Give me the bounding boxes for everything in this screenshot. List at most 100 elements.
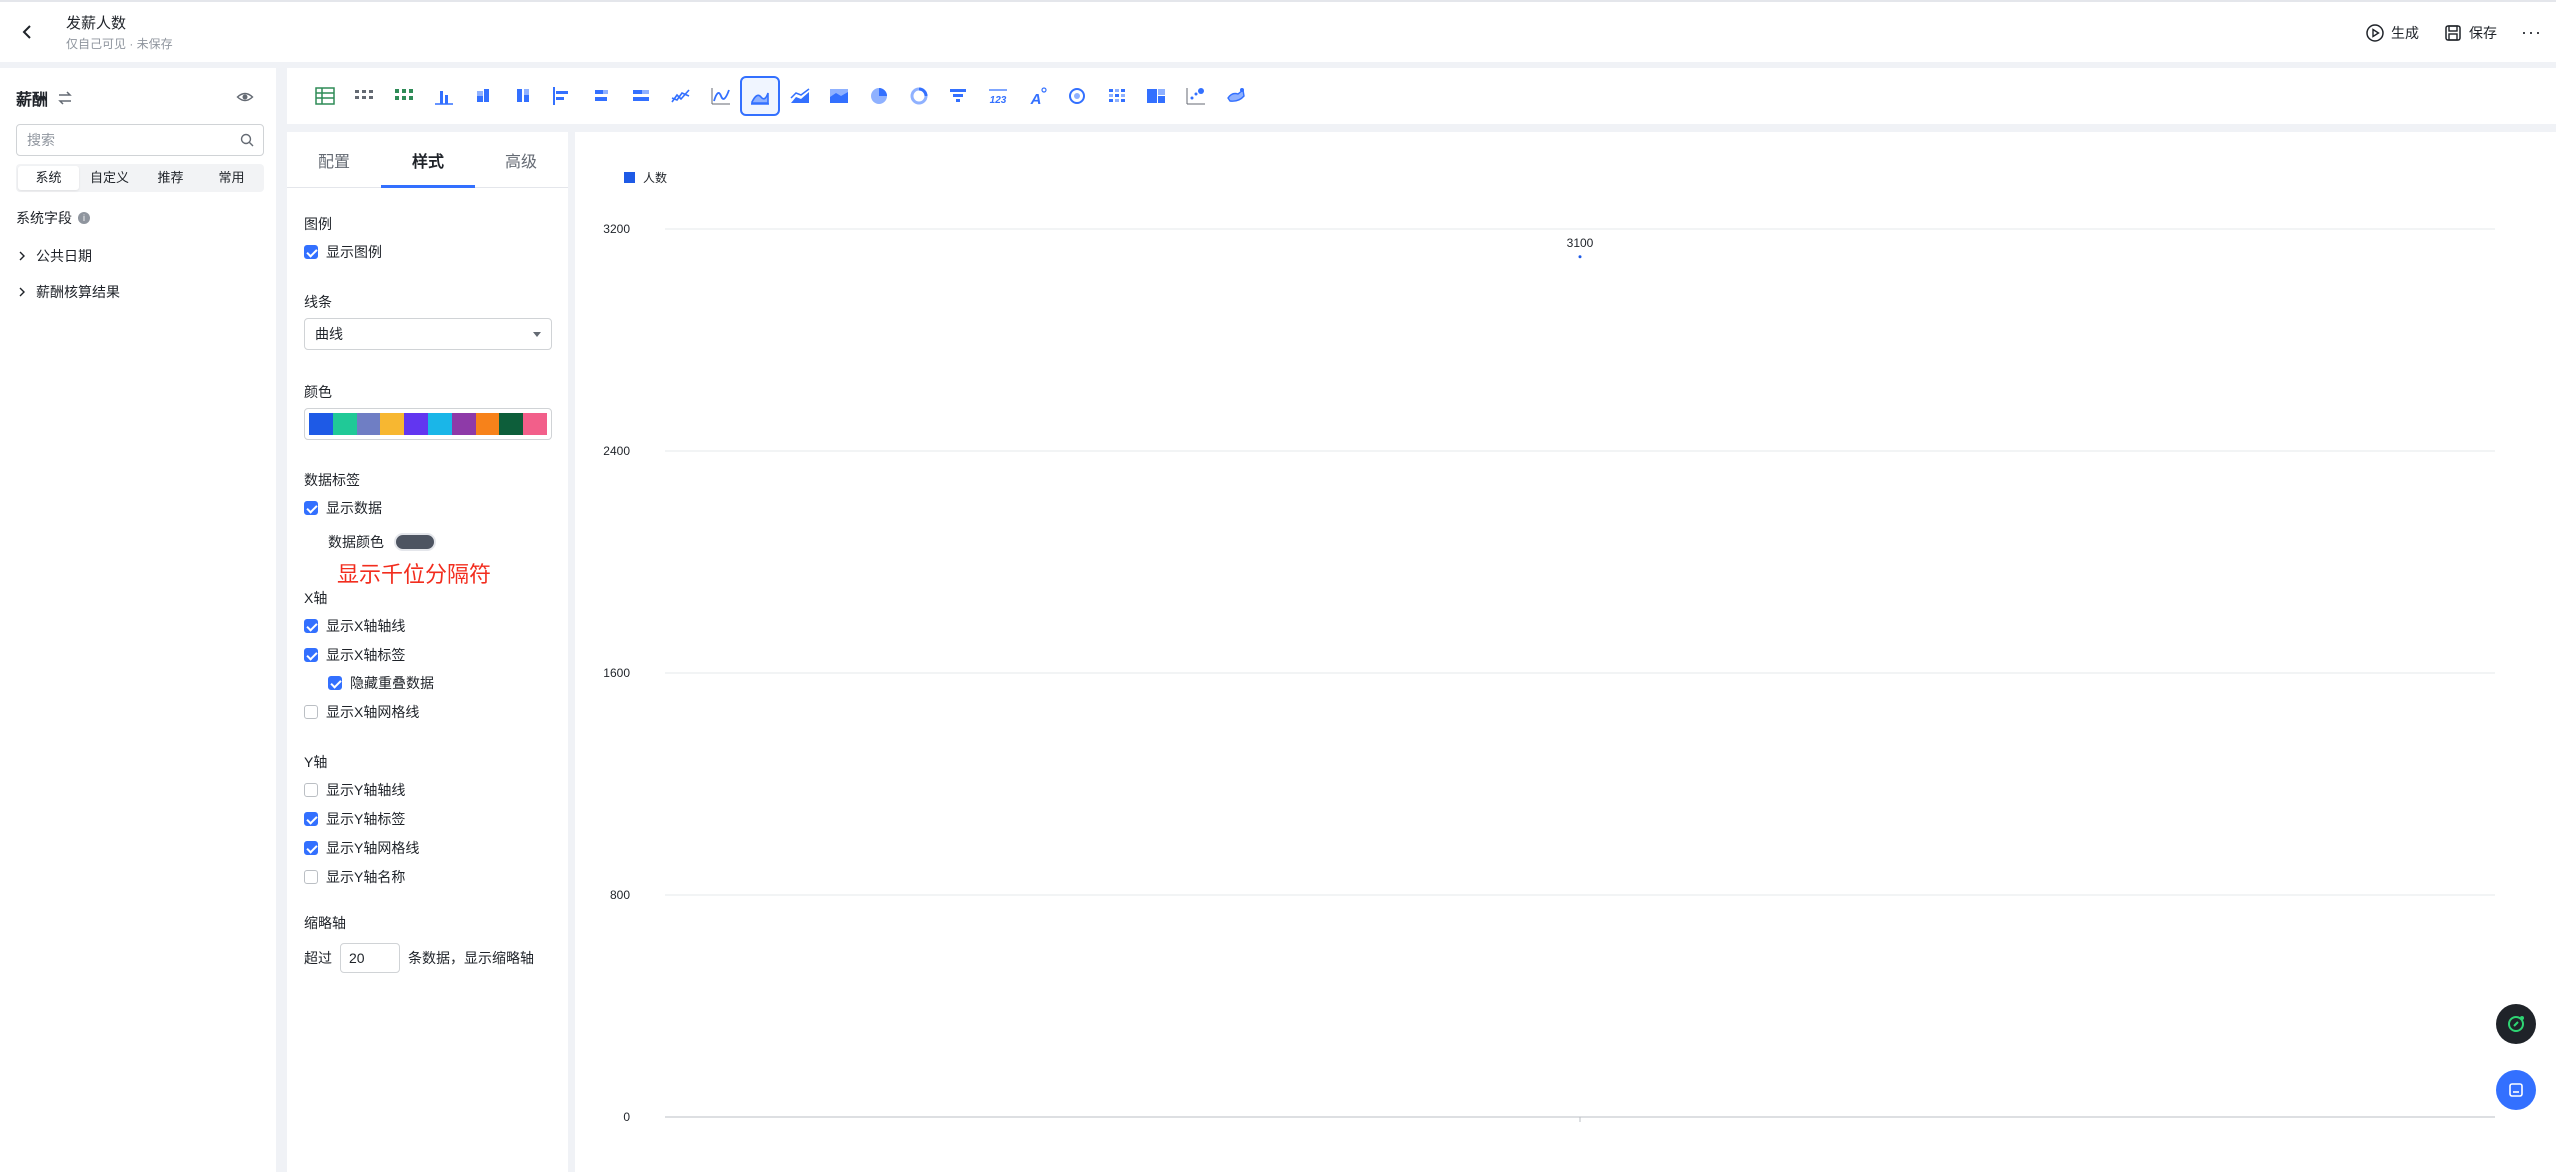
- chart-type-text-card[interactable]: A: [1018, 76, 1058, 116]
- treemap-icon: [1147, 89, 1165, 103]
- checkbox-checked[interactable]: [304, 648, 318, 662]
- chart-type-map[interactable]: [1216, 76, 1256, 116]
- stacked-area-icon: [790, 88, 810, 103]
- checkbox-unchecked[interactable]: [304, 783, 318, 797]
- y-axis-option-3[interactable]: 显示Y轴名称: [304, 867, 405, 887]
- chart-type-stacked-bar[interactable]: [582, 76, 622, 116]
- x-axis-option-2[interactable]: 隐藏重叠数据: [328, 673, 434, 693]
- chevron-right-icon: [19, 287, 25, 297]
- show-legend-checkbox[interactable]: 显示图例: [304, 242, 382, 262]
- chart-type-pivot-table[interactable]: [384, 76, 424, 116]
- chart-type-donut-chart[interactable]: [899, 76, 939, 116]
- feedback-button[interactable]: [2496, 1070, 2536, 1110]
- checkbox-unchecked[interactable]: [304, 870, 318, 884]
- save-button[interactable]: 保存: [2443, 23, 2497, 43]
- legend-swatch: [624, 172, 635, 183]
- chart-type-table[interactable]: [305, 76, 345, 116]
- tab-recommended[interactable]: 推荐: [140, 166, 201, 190]
- switch-dataset-icon[interactable]: [56, 89, 74, 107]
- chart-type-stacked-column[interactable]: [463, 76, 503, 116]
- tab-frequent[interactable]: 常用: [201, 166, 262, 190]
- chart-type-gauge[interactable]: [1057, 76, 1097, 116]
- checkbox-checked[interactable]: [304, 501, 318, 515]
- x-axis-option-1[interactable]: 显示X轴标签: [304, 645, 405, 665]
- page-title: 发薪人数: [66, 15, 127, 32]
- chart-type-line-chart[interactable]: [701, 76, 741, 116]
- chart-preview: 人数 0 800 1600 2400 3200 3100: [575, 132, 2556, 1172]
- chart-type-pie-chart[interactable]: [859, 76, 899, 116]
- chart-type-stacked-area[interactable]: [780, 76, 820, 116]
- heatmap-icon: [1109, 89, 1125, 102]
- search-icon[interactable]: [239, 132, 255, 148]
- chart-type-number-card[interactable]: 123: [978, 76, 1018, 116]
- generate-button[interactable]: 生成: [2365, 23, 2419, 43]
- y-axis-option-0[interactable]: 显示Y轴轴线: [304, 780, 405, 800]
- more-menu-button[interactable]: ···: [2521, 22, 2542, 43]
- info-icon[interactable]: i: [78, 212, 90, 224]
- show-data-checkbox[interactable]: 显示数据: [304, 498, 382, 518]
- tree-item-salary-result[interactable]: 薪酬核算结果: [18, 282, 120, 302]
- x-axis-option-3[interactable]: 显示X轴网格线: [304, 702, 419, 722]
- checkbox-label: 显示Y轴网格线: [326, 840, 420, 856]
- chart-type-area-chart[interactable]: [740, 76, 780, 116]
- dataset-title: 薪酬: [16, 92, 49, 109]
- thumb-threshold-input[interactable]: [340, 943, 400, 973]
- y-axis-option-1[interactable]: 显示Y轴标签: [304, 809, 405, 829]
- checkbox-checked[interactable]: [304, 812, 318, 826]
- chart-type-percent-column[interactable]: [503, 76, 543, 116]
- thumb-suffix: 条数据，显示缩略轴: [408, 950, 534, 966]
- chart-type-multi-line[interactable]: [661, 76, 701, 116]
- tab-custom[interactable]: 自定义: [79, 166, 140, 190]
- chart-type-column-chart[interactable]: [424, 76, 464, 116]
- palette-swatch: [332, 413, 357, 435]
- tab-config[interactable]: 配置: [318, 148, 350, 172]
- color-palette-picker[interactable]: [304, 408, 552, 440]
- chart-type-heatmap[interactable]: [1097, 76, 1137, 116]
- chart-type-percent-bar[interactable]: [621, 76, 661, 116]
- palette-swatch: [404, 413, 428, 435]
- chart-type-funnel-chart[interactable]: [938, 76, 978, 116]
- checkbox-checked[interactable]: [304, 245, 318, 259]
- pivot-table-icon: [395, 89, 413, 100]
- chart-type-bar-chart[interactable]: [542, 76, 582, 116]
- chart-type-percent-area[interactable]: [819, 76, 859, 116]
- pie-chart-icon: [871, 88, 887, 104]
- select-value: 曲线: [315, 326, 343, 342]
- chart-type-grid-table[interactable]: [344, 76, 384, 116]
- checkbox-label: 显示Y轴标签: [326, 811, 406, 827]
- checkbox-label: 显示X轴标签: [326, 647, 406, 663]
- tab-system[interactable]: 系统: [18, 166, 79, 190]
- tab-advanced[interactable]: 高级: [505, 148, 537, 172]
- checkbox-checked[interactable]: [304, 841, 318, 855]
- chart-type-scatter[interactable]: [1176, 76, 1216, 116]
- save-label: 保存: [2469, 24, 2498, 41]
- back-arrow-icon[interactable]: [16, 20, 40, 44]
- palette-swatch: [356, 413, 381, 435]
- search-input[interactable]: [17, 125, 227, 155]
- page-subtitle: 仅自己可见 · 未保存: [66, 37, 173, 51]
- percent-area-icon: [830, 89, 848, 103]
- multi-line-icon: [671, 89, 690, 103]
- chart-type-treemap[interactable]: [1136, 76, 1176, 116]
- x-axis-option-0[interactable]: 显示X轴轴线: [304, 616, 405, 636]
- y-tick-label: 1600: [603, 666, 630, 680]
- color-heading: 颜色: [304, 384, 332, 400]
- checkbox-checked[interactable]: [328, 676, 342, 690]
- checkbox-unchecked[interactable]: [304, 705, 318, 719]
- tab-style[interactable]: 样式: [412, 148, 444, 172]
- y-axis-option-2[interactable]: 显示Y轴网格线: [304, 838, 419, 858]
- line-style-select[interactable]: 曲线: [304, 318, 552, 350]
- eye-icon[interactable]: [236, 88, 254, 106]
- field-tabs: 系统 自定义 推荐 常用: [16, 164, 264, 192]
- field-sidebar: 薪酬 系统 自定义 推荐 常用 系统字段 i 公共日期 薪酬核算结果: [0, 68, 276, 1172]
- checkbox-checked[interactable]: [304, 619, 318, 633]
- play-circle-icon: [2366, 23, 2384, 42]
- chart-type-toolbar: 123 A: [287, 68, 2556, 124]
- tree-item-label: 公共日期: [36, 248, 92, 264]
- tree-item-public-date[interactable]: 公共日期: [18, 246, 92, 266]
- checkbox-label: 显示Y轴轴线: [326, 782, 406, 798]
- data-color-swatch[interactable]: [394, 533, 436, 551]
- ai-assistant-button[interactable]: [2496, 1004, 2536, 1044]
- number-card-icon: 123: [989, 89, 1007, 106]
- area-chart: 人数 0 800 1600 2400 3200 3100: [603, 170, 2495, 1124]
